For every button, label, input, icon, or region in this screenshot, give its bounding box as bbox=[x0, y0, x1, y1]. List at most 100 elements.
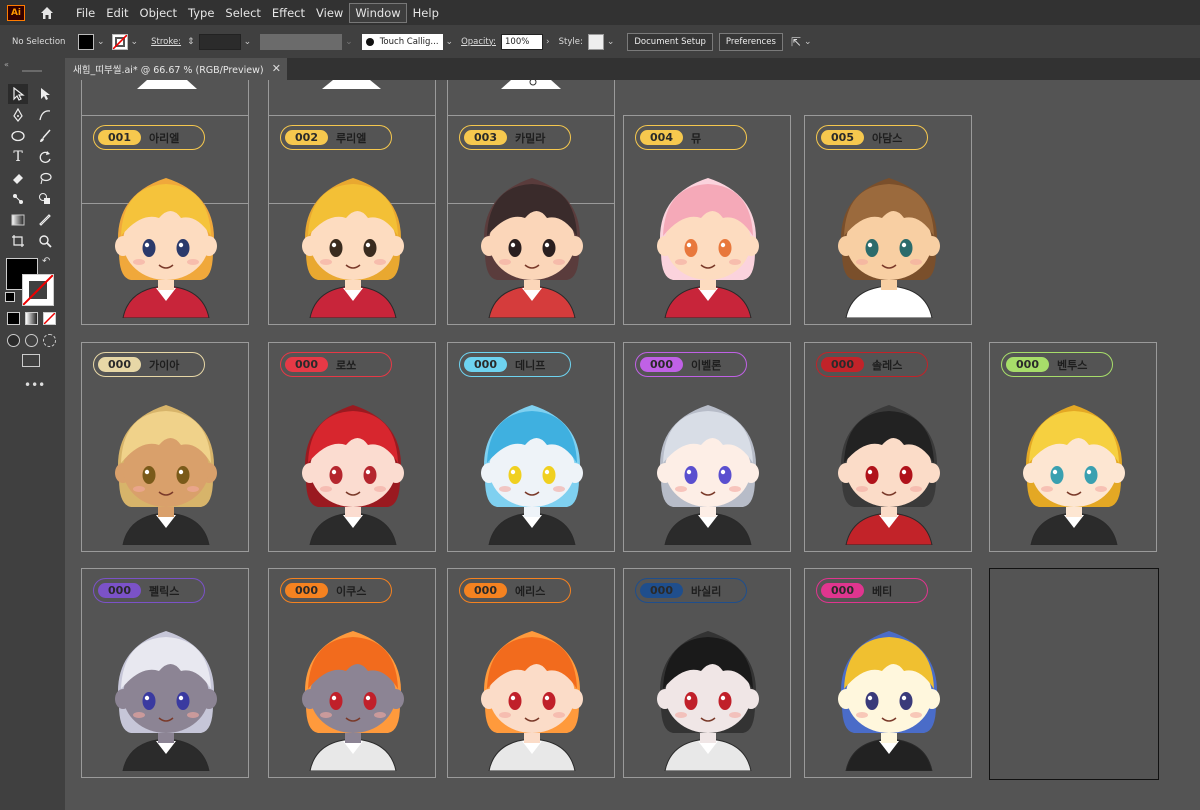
none-mode-icon[interactable] bbox=[43, 312, 56, 325]
collapse-panel-icon[interactable]: « bbox=[4, 60, 9, 69]
character-card[interactable]: 000 벤투스 bbox=[989, 342, 1157, 552]
character-name: 가이아 bbox=[149, 358, 180, 372]
type-tool-icon[interactable]: T bbox=[8, 147, 28, 167]
document-tab[interactable]: 새힘_띠부씰.ai* @ 66.67 % (RGB/Preview) ✕ bbox=[65, 58, 287, 80]
gradient-tool-icon[interactable] bbox=[8, 210, 28, 230]
stroke-stepper-icon[interactable]: ⇕ bbox=[187, 37, 195, 47]
artboard-tool-icon[interactable] bbox=[8, 231, 28, 251]
chevron-down-icon[interactable]: ⌄ bbox=[446, 37, 454, 47]
brush-definition[interactable]: Touch Callig... bbox=[361, 33, 443, 50]
character-card[interactable]: 000 데니프 bbox=[447, 342, 615, 552]
curvature-tool-icon[interactable] bbox=[35, 105, 55, 125]
menu-effect[interactable]: Effect bbox=[267, 4, 310, 22]
stroke-color-control[interactable]: ⌄ bbox=[111, 33, 142, 50]
document-setup-button[interactable]: Document Setup bbox=[627, 32, 713, 51]
opacity-label[interactable]: Opacity: bbox=[461, 37, 496, 47]
draw-behind-icon[interactable] bbox=[25, 334, 38, 347]
chevron-down-icon[interactable]: ⌄ bbox=[345, 37, 353, 47]
stroke-swatch[interactable] bbox=[111, 33, 128, 50]
paintbrush-tool-icon[interactable] bbox=[35, 126, 55, 146]
menu-window[interactable]: Window bbox=[349, 2, 407, 23]
preferences-button[interactable]: Preferences bbox=[718, 32, 783, 51]
card-number: 000 bbox=[285, 583, 328, 598]
menu-help[interactable]: Help bbox=[408, 4, 444, 22]
variable-width-profile[interactable] bbox=[260, 33, 343, 50]
color-mode-icon[interactable] bbox=[7, 312, 20, 325]
menu-type[interactable]: Type bbox=[183, 4, 219, 22]
more-tools-icon[interactable]: ••• bbox=[24, 378, 45, 392]
character-card[interactable]: 000 베티 bbox=[804, 568, 972, 778]
ellipse-tool-icon[interactable] bbox=[8, 126, 28, 146]
chevron-down-icon[interactable]: ⌄ bbox=[131, 37, 139, 47]
character-card[interactable]: 002 루리엘 bbox=[268, 115, 436, 325]
empty-artboard[interactable] bbox=[989, 568, 1159, 780]
character-name: 데니프 bbox=[515, 358, 546, 372]
character-card[interactable]: 001 아리엘 bbox=[81, 115, 249, 325]
name-tag: 000 이벨론 bbox=[635, 352, 747, 377]
stroke-color-box[interactable] bbox=[22, 274, 54, 306]
chevron-down-icon[interactable]: ⌄ bbox=[97, 37, 105, 47]
artboard-canvas[interactable]: 001 아리엘 002 루리엘 003 카밀라 004 뮤 005 아담스 000 가이아 000 로쏘 0… bbox=[65, 80, 1200, 810]
default-colors-icon[interactable] bbox=[5, 292, 15, 302]
fill-swatch[interactable] bbox=[78, 33, 94, 50]
chevron-right-icon[interactable]: › bbox=[546, 37, 550, 47]
draw-normal-icon[interactable] bbox=[7, 334, 20, 347]
rotate-tool-icon[interactable] bbox=[35, 147, 55, 167]
character-card[interactable]: 004 뮤 bbox=[623, 115, 791, 325]
character-card[interactable]: 000 로쏘 bbox=[268, 342, 436, 552]
character-card[interactable]: 000 펠릭스 bbox=[81, 568, 249, 778]
eyedropper-tool-icon[interactable] bbox=[35, 210, 55, 230]
arrange-documents-icon[interactable]: ⇱ bbox=[791, 35, 801, 49]
gradient-mode-icon[interactable] bbox=[25, 312, 38, 325]
name-tag: 000 이쿠스 bbox=[280, 578, 392, 603]
menu-file[interactable]: File bbox=[71, 4, 100, 22]
swap-colors-icon[interactable]: ↶ bbox=[42, 256, 50, 267]
close-icon[interactable]: ✕ bbox=[272, 62, 281, 75]
document-tab-bar: 새힘_띠부씰.ai* @ 66.67 % (RGB/Preview) ✕ bbox=[65, 58, 1200, 80]
character-portrait bbox=[657, 405, 759, 545]
menu-edit[interactable]: Edit bbox=[101, 4, 133, 22]
character-card[interactable]: 000 이쿠스 bbox=[268, 568, 436, 778]
eraser-tool-icon[interactable] bbox=[8, 168, 28, 188]
character-name: 이쿠스 bbox=[336, 584, 367, 598]
graphic-style-swatch[interactable] bbox=[587, 33, 604, 50]
character-portrait bbox=[481, 178, 583, 318]
menu-view[interactable]: View bbox=[311, 4, 348, 22]
draw-inside-icon[interactable] bbox=[43, 334, 56, 347]
panel-grip[interactable] bbox=[22, 70, 42, 72]
chevron-down-icon[interactable]: ⌄ bbox=[607, 37, 615, 47]
home-icon[interactable] bbox=[37, 3, 57, 23]
character-card[interactable]: 000 가이아 bbox=[81, 342, 249, 552]
stroke-label[interactable]: Stroke: bbox=[151, 37, 181, 47]
card-number: 000 bbox=[821, 583, 864, 598]
character-name: 이벨론 bbox=[691, 358, 722, 372]
character-card[interactable]: 000 이벨론 bbox=[623, 342, 791, 552]
screen-mode-icon[interactable] bbox=[22, 354, 40, 367]
card-number: 000 bbox=[821, 357, 864, 372]
character-card[interactable]: 000 솔레스 bbox=[804, 342, 972, 552]
fill-control[interactable]: ⌄ bbox=[78, 33, 108, 50]
lasso-tool-icon[interactable] bbox=[35, 168, 55, 188]
selection-status: No Selection bbox=[12, 36, 66, 47]
character-card[interactable]: 000 바실리 bbox=[623, 568, 791, 778]
menu-select[interactable]: Select bbox=[220, 4, 265, 22]
selection-tool-icon[interactable] bbox=[8, 84, 28, 104]
chevron-down-icon[interactable]: ⌄ bbox=[244, 37, 252, 47]
character-card[interactable]: 003 카밀라 bbox=[447, 115, 615, 325]
character-card[interactable]: 005 아담스 bbox=[804, 115, 972, 325]
pen-tool-icon[interactable] bbox=[8, 105, 28, 125]
puppet-warp-tool-icon[interactable] bbox=[8, 189, 28, 209]
chevron-down-icon[interactable]: ⌄ bbox=[804, 37, 812, 47]
direct-selection-tool-icon[interactable] bbox=[35, 84, 55, 104]
name-tag: 001 아리엘 bbox=[93, 125, 205, 150]
character-card[interactable]: 000 에리스 bbox=[447, 568, 615, 778]
zoom-tool-icon[interactable] bbox=[35, 231, 55, 251]
name-tag: 004 뮤 bbox=[635, 125, 747, 150]
shape-builder-tool-icon[interactable] bbox=[35, 189, 55, 209]
opacity-field[interactable]: 100% bbox=[501, 33, 544, 50]
card-number: 000 bbox=[640, 583, 683, 598]
clipped-character-bottoms bbox=[137, 80, 561, 89]
stroke-weight-field[interactable] bbox=[198, 33, 241, 50]
menu-bar: Ai File Edit Object Type Select Effect V… bbox=[0, 0, 1200, 25]
menu-object[interactable]: Object bbox=[135, 4, 182, 22]
